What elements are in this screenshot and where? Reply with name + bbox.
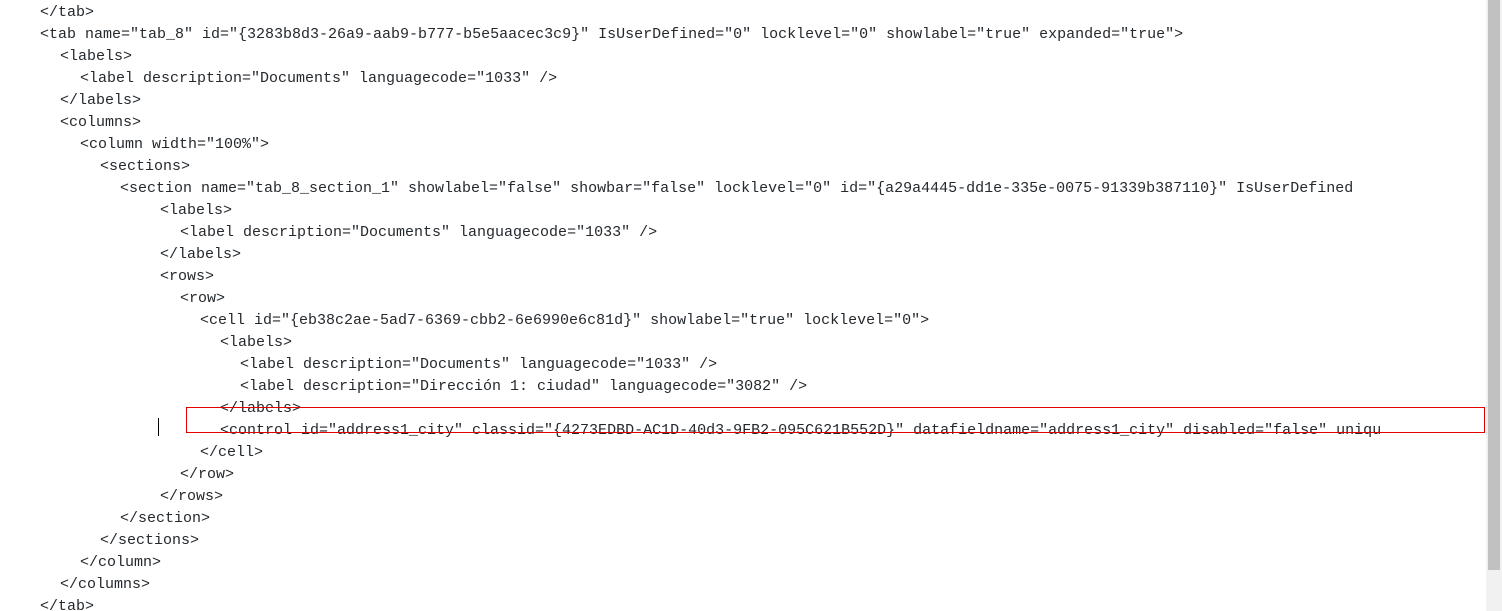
code-line-7[interactable]: <sections>	[0, 156, 1502, 178]
code-line-14[interactable]: <cell id="{eb38c2ae-5ad7-6369-cbb2-6e699…	[0, 310, 1502, 332]
code-line-26[interactable]: </columns>	[0, 574, 1502, 596]
code-line-18[interactable]: </labels>	[0, 398, 1502, 420]
code-line-25[interactable]: </column>	[0, 552, 1502, 574]
code-line-12[interactable]: <rows>	[0, 266, 1502, 288]
code-line-19[interactable]: <control id="address1_city" classid="{42…	[0, 420, 1502, 442]
code-line-24[interactable]: </sections>	[0, 530, 1502, 552]
code-line-0[interactable]: </tab>	[0, 2, 1502, 24]
code-line-22[interactable]: </rows>	[0, 486, 1502, 508]
code-line-6[interactable]: <column width="100%">	[0, 134, 1502, 156]
code-line-15[interactable]: <labels>	[0, 332, 1502, 354]
code-line-27[interactable]: </tab>	[0, 596, 1502, 611]
text-cursor	[158, 418, 159, 436]
vertical-scrollbar-thumb[interactable]	[1488, 0, 1500, 570]
code-line-21[interactable]: </row>	[0, 464, 1502, 486]
code-line-23[interactable]: </section>	[0, 508, 1502, 530]
code-line-17[interactable]: <label description="Dirección 1: ciudad"…	[0, 376, 1502, 398]
code-line-2[interactable]: <labels>	[0, 46, 1502, 68]
code-line-13[interactable]: <row>	[0, 288, 1502, 310]
xml-code-block[interactable]: </tab><tab name="tab_8" id="{3283b8d3-26…	[0, 0, 1502, 611]
code-line-5[interactable]: <columns>	[0, 112, 1502, 134]
code-line-20[interactable]: </cell>	[0, 442, 1502, 464]
code-line-8[interactable]: <section name="tab_8_section_1" showlabe…	[0, 178, 1502, 200]
code-line-4[interactable]: </labels>	[0, 90, 1502, 112]
code-line-9[interactable]: <labels>	[0, 200, 1502, 222]
code-line-16[interactable]: <label description="Documents" languagec…	[0, 354, 1502, 376]
code-line-11[interactable]: </labels>	[0, 244, 1502, 266]
vertical-scrollbar-track[interactable]	[1486, 0, 1502, 611]
code-line-3[interactable]: <label description="Documents" languagec…	[0, 68, 1502, 90]
code-line-10[interactable]: <label description="Documents" languagec…	[0, 222, 1502, 244]
code-line-1[interactable]: <tab name="tab_8" id="{3283b8d3-26a9-aab…	[0, 24, 1502, 46]
